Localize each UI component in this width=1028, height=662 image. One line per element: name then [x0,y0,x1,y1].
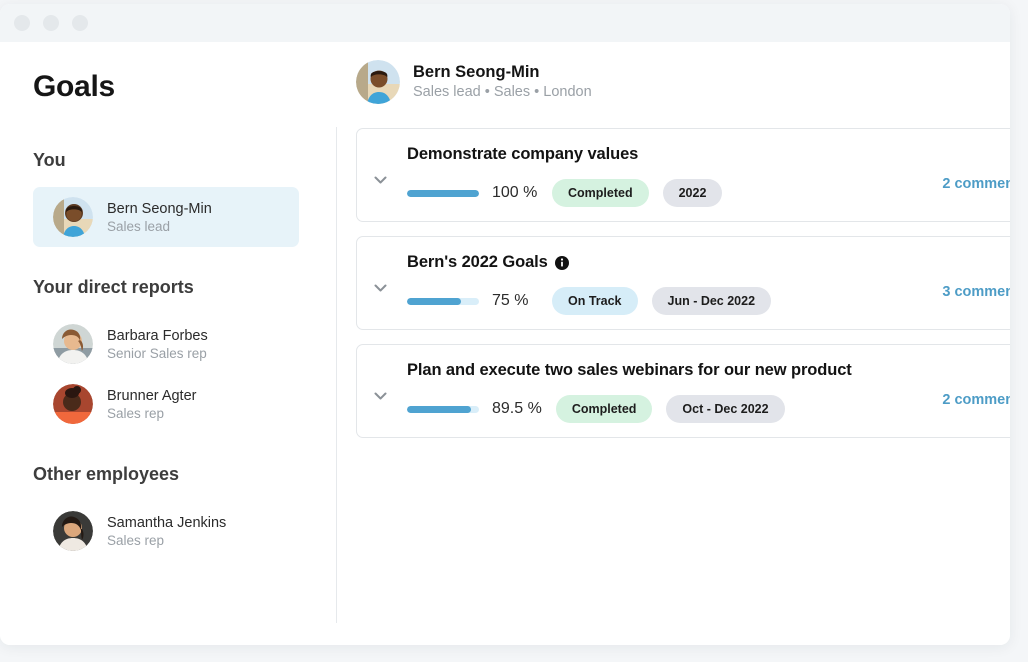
sidebar-item-role: Sales rep [107,532,165,548]
progress-fill [407,189,479,197]
comments-link[interactable]: 2 comments [942,176,1010,192]
chevron-down-icon[interactable] [371,279,389,297]
progress-track [407,297,479,305]
sidebar-item-name: Brunner Agter [107,387,197,404]
sidebar-group-title-you: You [33,150,66,170]
sidebar-item-name: Samantha Jenkins [107,514,227,531]
progress-fill [407,297,461,305]
sidebar-item-text: Bern Seong-Min Sales lead [107,201,212,234]
sidebar-group-title-other-employees: Other employees [33,464,180,484]
goal-progress: 75 % [407,292,538,310]
sidebar-item-bern-seong-min[interactable]: Bern Seong-Min Sales lead [33,187,299,247]
goal-title-row: Plan and execute two sales webinars for … [407,361,1010,380]
sidebar-item-samantha-jenkins[interactable]: Samantha Jenkins Sales rep [33,501,299,561]
sidebar-item-role: Senior Sales rep [107,345,207,361]
sidebar-item-role: Sales rep [107,405,165,421]
comments-link[interactable]: 3 comments [942,284,1010,300]
avatar [53,324,93,364]
status-badge: Completed [552,179,649,207]
progress-track [407,405,479,413]
goal-progress: 100 % [407,184,538,202]
progress-track [407,189,479,197]
sidebar-item-text: Barbara Forbes Senior Sales rep [107,328,208,361]
progress-label: 89.5 % [492,400,542,417]
sidebar-item-name: Bern Seong-Min [107,200,212,217]
app-content: Goals You Bern Seong-Min Sales lead Your… [0,42,1010,645]
profile-name: Bern Seong-Min [413,62,540,81]
period-badge: Jun - Dec 2022 [651,287,772,315]
goal-card[interactable]: Demonstrate company values 100 % Complet… [356,128,1010,222]
avatar [53,384,93,424]
app-window: Goals You Bern Seong-Min Sales lead Your… [0,4,1010,645]
goal-progress: 89.5 % [407,400,542,418]
sidebar-item-barbara-forbes[interactable]: Barbara Forbes Senior Sales rep [33,314,299,374]
window-titlebar [0,4,1010,42]
status-badge: Completed [555,395,653,423]
sidebar-item-text: Brunner Agter Sales rep [107,388,196,421]
comments-link[interactable]: 2 comments [942,392,1010,408]
avatar [53,197,93,237]
chevron-down-icon[interactable] [371,387,389,405]
status-badge: On Track [552,287,638,315]
goal-meta: 100 % Completed 2022 [407,179,1010,207]
sidebar-group-title-direct-reports: Your direct reports [33,277,194,297]
period-badge: Oct - Dec 2022 [666,395,785,423]
goal-body: Demonstrate company values 100 % Complet… [357,129,1010,207]
sidebar-item-role: Sales lead [107,218,171,234]
chevron-down-icon[interactable] [371,171,389,189]
goal-title-row: Demonstrate company values [407,145,1010,164]
page-title: Goals [33,70,115,103]
progress-fill [407,405,472,413]
close-dot[interactable] [14,15,30,31]
goal-card[interactable]: Plan and execute two sales webinars for … [356,344,1010,438]
sidebar-item-text: Samantha Jenkins Sales rep [107,515,226,548]
sidebar-divider [336,127,337,623]
main-panel: Bern Seong-Min Sales lead • Sales • Lond… [356,60,1010,452]
profile-avatar [356,60,400,104]
avatar [53,511,93,551]
progress-label: 100 % [492,184,538,201]
profile-header: Bern Seong-Min Sales lead • Sales • Lond… [356,60,1010,104]
goal-card[interactable]: Bern's 2022 Goals 75 % On Track Jun - De… [356,236,1010,330]
goal-title: Plan and execute two sales webinars for … [407,361,852,379]
progress-label: 75 % [492,292,529,309]
profile-text: Bern Seong-Min Sales lead • Sales • Lond… [413,62,592,103]
minimize-dot[interactable] [43,15,59,31]
goal-body: Bern's 2022 Goals 75 % On Track Jun - De… [357,237,1010,315]
goal-body: Plan and execute two sales webinars for … [357,345,1010,423]
goal-title: Bern's 2022 Goals [407,253,548,271]
goal-title-row: Bern's 2022 Goals [407,253,1010,272]
sidebar: You Bern Seong-Min Sales lead Your direc… [0,150,330,561]
sidebar-item-brunner-agter[interactable]: Brunner Agter Sales rep [33,374,299,434]
period-badge: 2022 [662,179,723,207]
profile-meta: Sales lead • Sales • London [413,83,592,100]
goal-title: Demonstrate company values [407,145,639,163]
goal-meta: 75 % On Track Jun - Dec 2022 [407,287,1010,315]
goal-meta: 89.5 % Completed Oct - Dec 2022 [407,395,1010,423]
info-icon[interactable] [554,255,569,270]
sidebar-item-name: Barbara Forbes [107,327,208,344]
maximize-dot[interactable] [72,15,88,31]
